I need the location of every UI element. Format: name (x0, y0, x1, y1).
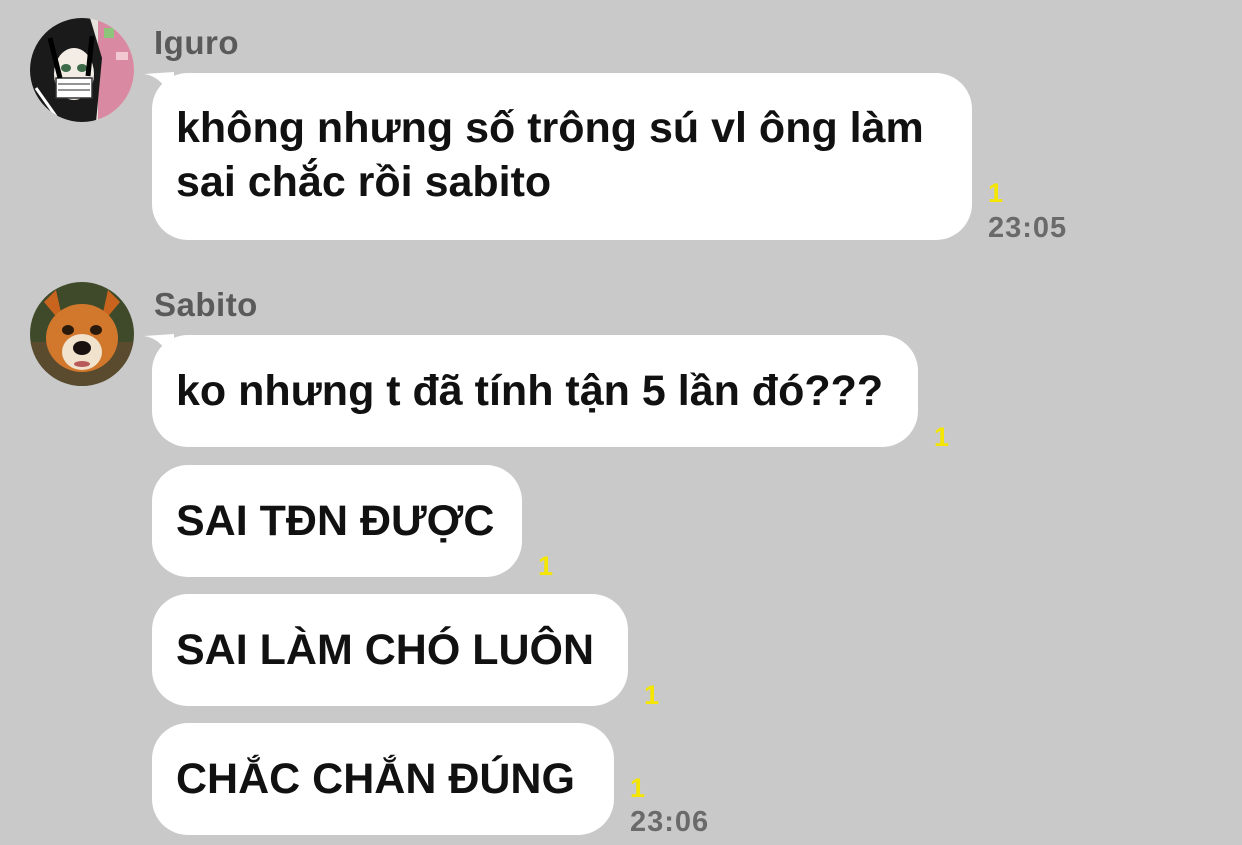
message-text-line: sai chắc rồi sabito (176, 158, 552, 206)
avatar-iguro[interactable] (30, 18, 134, 122)
read-receipt: 1 (538, 551, 554, 581)
message-bubble[interactable]: SAI TĐN ĐƯỢC (152, 465, 522, 577)
message-text: SAI TĐN ĐƯỢC (176, 497, 495, 545)
sender-name: Sabito (154, 286, 258, 323)
message-text: ko nhưng t đã tính tận 5 lần đó??? (176, 367, 884, 415)
read-receipt: 1 (934, 422, 950, 452)
message-bubble[interactable]: ko nhưng t đã tính tận 5 lần đó??? (152, 335, 918, 447)
sender-name: Iguro (154, 24, 239, 61)
read-receipt: 1 (988, 178, 1004, 208)
iguro-avatar-image (30, 18, 134, 122)
message-timestamp: 23:06 (630, 806, 710, 838)
message-timestamp: 23:05 (988, 212, 1068, 244)
message-bubble[interactable]: SAI LÀM CHÓ LUÔN (152, 594, 628, 706)
read-receipt: 1 (630, 773, 646, 803)
read-receipt: 1 (644, 680, 660, 710)
message-text: SAI LÀM CHÓ LUÔN (176, 626, 595, 674)
message-text-line: không nhưng số trông sú vl ông làm (176, 104, 924, 152)
avatar-sabito[interactable] (30, 282, 134, 386)
sabito-avatar-image (30, 282, 134, 386)
message-bubble[interactable]: không nhưng số trông sú vl ông làm sai c… (152, 73, 972, 240)
message-text: CHẮC CHẮN ĐÚNG (176, 755, 575, 803)
message-bubble[interactable]: CHẮC CHẮN ĐÚNG (152, 723, 614, 835)
